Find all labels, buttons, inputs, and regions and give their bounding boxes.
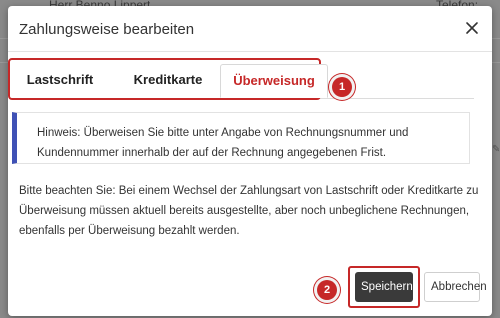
- tab-kreditkarte[interactable]: Kreditkarte: [118, 65, 218, 95]
- close-icon: [466, 22, 478, 34]
- close-button[interactable]: [464, 20, 480, 36]
- edit-icon: ✎: [492, 144, 500, 155]
- dialog-title: Zahlungsweise bearbeiten: [19, 21, 195, 38]
- notice-text: Bitte beachten Sie: Bei einem Wechsel de…: [19, 185, 479, 237]
- tabs-highlight: Lastschrift Kreditkarte Überweisung: [8, 58, 328, 100]
- tab-lastschrift[interactable]: Lastschrift: [18, 65, 102, 95]
- save-button[interactable]: Speichern: [355, 272, 413, 302]
- hint-text: Hinweis: Überweisen Sie bitte unter Anga…: [37, 127, 409, 159]
- step-badge-1: 1: [332, 77, 352, 97]
- step-badge-2: 2: [317, 280, 337, 300]
- dialog-header: Zahlungsweise bearbeiten: [8, 6, 492, 52]
- cancel-button[interactable]: Abbrechen: [424, 272, 487, 302]
- tab-ueberweisung[interactable]: Überweisung: [220, 64, 328, 98]
- hint-box: Hinweis: Überweisen Sie bitte unter Anga…: [12, 112, 470, 164]
